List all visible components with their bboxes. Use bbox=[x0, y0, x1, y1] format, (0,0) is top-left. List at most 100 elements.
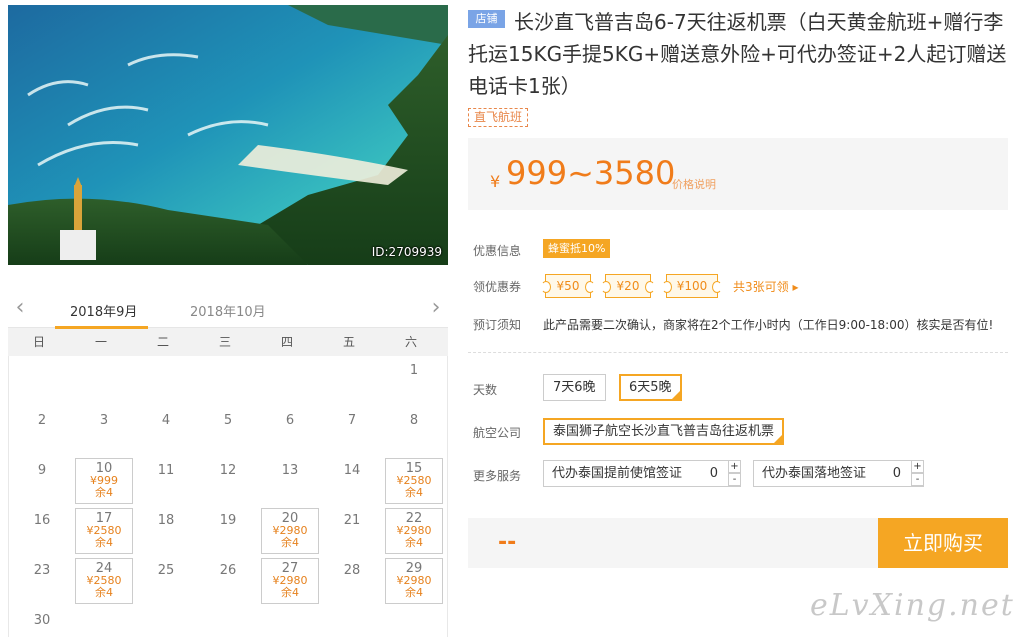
section-divider bbox=[468, 352, 1008, 353]
day-number: 15 bbox=[405, 461, 423, 476]
calendar-day: 23 bbox=[13, 558, 71, 604]
airline-option[interactable]: 泰国狮子航空长沙直飞普吉岛往返机票 bbox=[543, 418, 785, 445]
day-number: 28 bbox=[343, 563, 361, 578]
calendar-day: 9 bbox=[13, 458, 71, 504]
calendar-grid: 1 2 3 4 5 6 7 8 9 10 ¥999 余4 11 12 13 14 15 ¥2580 余4 16 17 ¥2… bbox=[8, 356, 448, 637]
calendar-day[interactable]: 17 ¥2580 余4 bbox=[75, 508, 133, 554]
calendar-day: 5 bbox=[199, 408, 257, 454]
day-number: 22 bbox=[405, 511, 423, 526]
day-number: 8 bbox=[409, 413, 419, 428]
day-number: 20 bbox=[281, 511, 299, 526]
calendar-day: 21 bbox=[323, 508, 381, 554]
total-price: -- bbox=[498, 530, 517, 555]
calendar-day: 28 bbox=[323, 558, 381, 604]
day-number: 26 bbox=[219, 563, 237, 578]
service-count[interactable]: 0 bbox=[710, 461, 718, 486]
calendar-day: 13 bbox=[261, 458, 319, 504]
day-stock: 余4 bbox=[405, 536, 423, 549]
calendar-day: 14 bbox=[323, 458, 381, 504]
day-number: 19 bbox=[219, 513, 237, 528]
day-number: 13 bbox=[281, 463, 299, 478]
calendar-day[interactable]: 27 ¥2980 余4 bbox=[261, 558, 319, 604]
weekday-header: 日一二三四五六 bbox=[8, 328, 448, 356]
coupon-label: 领优惠券 bbox=[473, 280, 522, 294]
day-stock: 余4 bbox=[95, 586, 113, 599]
day-number: 17 bbox=[95, 511, 113, 526]
site-watermark: eLvXing.net bbox=[810, 588, 1015, 623]
services-label: 更多服务 bbox=[473, 469, 522, 483]
days-option-7d6n[interactable]: 7天6晚 bbox=[543, 374, 606, 401]
day-stock: 余4 bbox=[281, 536, 299, 549]
get-all-coupons-link[interactable]: 共3张可领 ▸ bbox=[733, 278, 798, 295]
calendar-day[interactable]: 10 ¥999 余4 bbox=[75, 458, 133, 504]
day-stock: 余4 bbox=[405, 486, 423, 499]
price-explanation-link[interactable]: 价格说明 bbox=[672, 176, 716, 192]
calendar-day[interactable]: 22 ¥2980 余4 bbox=[385, 508, 443, 554]
day-number: 10 bbox=[95, 461, 113, 476]
day-stock: 余4 bbox=[95, 486, 113, 499]
coupon-20[interactable]: ¥20 bbox=[601, 274, 655, 298]
buy-now-button[interactable]: 立即购买 bbox=[878, 518, 1008, 568]
plus-icon[interactable]: + bbox=[728, 460, 741, 473]
calendar-day[interactable]: 15 ¥2580 余4 bbox=[385, 458, 443, 504]
day-number: 12 bbox=[219, 463, 237, 478]
day-number: 27 bbox=[281, 561, 299, 576]
coupon-100[interactable]: ¥100 bbox=[662, 274, 722, 298]
weekday-label: 三 bbox=[218, 335, 231, 349]
date-calendar: ‹ 2018年9月 2018年10月 › 日一二三四五六 1 2 3 4 5 6 7 8 9 10… bbox=[8, 290, 448, 637]
service-name: 代办泰国提前使馆签证 bbox=[552, 466, 683, 481]
calendar-header: ‹ 2018年9月 2018年10月 › bbox=[8, 290, 448, 329]
calendar-day: 4 bbox=[137, 408, 195, 454]
chevron-left-icon[interactable]: ‹ bbox=[12, 297, 28, 319]
month-tab-indicator bbox=[55, 326, 148, 329]
day-number: 30 bbox=[33, 613, 51, 628]
day-number: 11 bbox=[157, 463, 175, 478]
day-number: 24 bbox=[95, 561, 113, 576]
calendar-day: 26 bbox=[199, 558, 257, 604]
day-number: 5 bbox=[223, 413, 233, 428]
chevron-right-icon[interactable]: › bbox=[428, 297, 444, 319]
minus-icon[interactable]: - bbox=[728, 473, 741, 486]
service-embassy-visa: 代办泰国提前使馆签证 0 + - bbox=[543, 460, 741, 487]
day-stock: 余4 bbox=[405, 586, 423, 599]
calendar-day: 11 bbox=[137, 458, 195, 504]
notice-label: 预订须知 bbox=[473, 318, 522, 332]
days-option-6d5n[interactable]: 6天5晚 bbox=[619, 374, 682, 401]
service-name: 代办泰国落地签证 bbox=[762, 466, 867, 481]
day-number: 14 bbox=[343, 463, 361, 478]
booking-notice: 此产品需要二次确认，商家将在2个工作小时内（工作日9:00-18:00）核实是否… bbox=[543, 318, 994, 332]
day-number: 3 bbox=[99, 413, 109, 428]
beach-photo-image bbox=[8, 5, 448, 265]
month-tab-next[interactable]: 2018年10月 bbox=[190, 301, 266, 320]
plus-icon[interactable]: + bbox=[911, 460, 924, 473]
calendar-day[interactable]: 29 ¥2980 余4 bbox=[385, 558, 443, 604]
coupon-50[interactable]: ¥50 bbox=[541, 274, 595, 298]
calendar-day: 3 bbox=[75, 408, 133, 454]
calendar-day: 12 bbox=[199, 458, 257, 504]
weekday-label: 一 bbox=[94, 335, 107, 349]
buy-bar: -- 立即购买 bbox=[468, 518, 1008, 568]
calendar-day[interactable]: 20 ¥2980 余4 bbox=[261, 508, 319, 554]
direct-flight-tag: 直飞航班 bbox=[468, 108, 529, 127]
weekday-label: 五 bbox=[342, 335, 355, 349]
weekday-label: 四 bbox=[280, 335, 293, 349]
month-tab-current[interactable]: 2018年9月 bbox=[70, 301, 137, 320]
calendar-day: 1 bbox=[385, 358, 443, 404]
service-count[interactable]: 0 bbox=[893, 461, 901, 486]
discount-badge: 蜂蜜抵10% bbox=[543, 239, 611, 258]
airline-label: 航空公司 bbox=[473, 426, 522, 440]
day-number: 2 bbox=[37, 413, 47, 428]
minus-icon[interactable]: - bbox=[911, 473, 924, 486]
calendar-day[interactable]: 24 ¥2580 余4 bbox=[75, 558, 133, 604]
calendar-day: 18 bbox=[137, 508, 195, 554]
day-number: 23 bbox=[33, 563, 51, 578]
price-box: ¥ 999~3580 价格说明 bbox=[468, 138, 1008, 210]
calendar-day: 25 bbox=[137, 558, 195, 604]
day-number: 9 bbox=[37, 463, 47, 478]
day-stock: 余4 bbox=[281, 586, 299, 599]
day-number: 4 bbox=[161, 413, 171, 428]
product-title: 长沙直飞普吉岛6-7天往返机票（白天黄金航班+赠行李托运15KG手提5KG+赠送… bbox=[468, 10, 1007, 98]
day-number: 16 bbox=[33, 513, 51, 528]
calendar-day: 30 bbox=[13, 608, 71, 637]
calendar-day: 6 bbox=[261, 408, 319, 454]
